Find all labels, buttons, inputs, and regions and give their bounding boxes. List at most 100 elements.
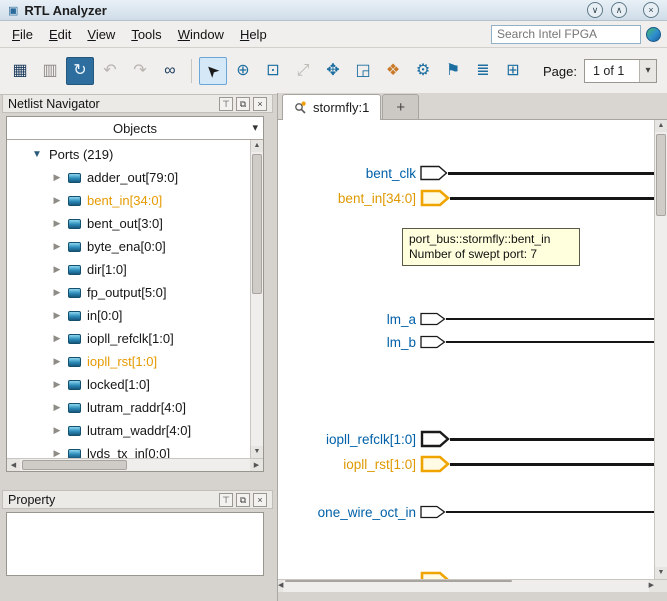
scrollbar-thumb[interactable] bbox=[252, 154, 262, 294]
objects-dropdown-icon[interactable]: ▾ bbox=[252, 121, 258, 134]
menu-window[interactable]: Window bbox=[170, 24, 232, 45]
tree-item-ports[interactable]: ▼ Ports (219) bbox=[7, 143, 250, 166]
tree-item[interactable]: ▶ fp_output[5:0] bbox=[7, 281, 250, 304]
tree-item[interactable]: ▶ iopll_rst[1:0] bbox=[7, 350, 250, 373]
caret-right-icon[interactable]: ▶ bbox=[51, 425, 63, 436]
canvas-vertical-scrollbar[interactable]: ▲ ▼ bbox=[654, 120, 667, 579]
wire[interactable] bbox=[450, 438, 654, 441]
schematic-port[interactable]: lm_a bbox=[278, 309, 654, 329]
open-netlist-icon[interactable]: ▦ bbox=[6, 57, 34, 85]
close-panel-icon[interactable]: × bbox=[253, 97, 267, 111]
tree-item[interactable]: ▶ adder_out[79:0] bbox=[7, 166, 250, 189]
refresh-icon[interactable]: ↻ bbox=[66, 57, 94, 85]
caret-right-icon[interactable]: ▶ bbox=[51, 356, 63, 367]
menu-edit[interactable]: Edit bbox=[41, 24, 79, 45]
input-port-icon[interactable] bbox=[420, 312, 446, 326]
tree-vertical-scrollbar[interactable]: ▲ ▼ bbox=[250, 140, 263, 458]
scrollbar-thumb[interactable] bbox=[285, 580, 511, 582]
close-panel-icon[interactable]: × bbox=[253, 493, 267, 507]
globe-icon[interactable] bbox=[646, 27, 661, 42]
scroll-up-icon[interactable]: ▲ bbox=[655, 120, 667, 132]
input-port-icon[interactable] bbox=[420, 571, 450, 579]
scrollbar-thumb[interactable] bbox=[22, 460, 127, 470]
scroll-left-icon[interactable]: ◀ bbox=[7, 459, 20, 471]
tree-item[interactable]: ▶ bent_out[3:0] bbox=[7, 212, 250, 235]
input-port-icon[interactable] bbox=[420, 505, 446, 519]
caret-down-icon[interactable]: ▼ bbox=[31, 149, 43, 160]
schematic-port[interactable]: iopll_refclk[1:0] bbox=[278, 429, 654, 449]
tree-item[interactable]: ▶ byte_ena[0:0] bbox=[7, 235, 250, 258]
rubber-band-icon[interactable]: ◲ bbox=[349, 57, 377, 85]
caret-right-icon[interactable]: ▶ bbox=[51, 241, 63, 252]
wire[interactable] bbox=[446, 341, 654, 343]
fit-view-icon[interactable]: ⊡ bbox=[259, 57, 287, 85]
caret-right-icon[interactable]: ▶ bbox=[51, 218, 63, 229]
minimize-button[interactable]: ∨ bbox=[587, 2, 603, 18]
schematic-port[interactable]: bent_clk bbox=[278, 163, 654, 183]
menu-tools[interactable]: Tools bbox=[123, 24, 169, 45]
schematic-canvas[interactable]: bent_clk bent_in[34:0] port_bus::stormfl… bbox=[278, 120, 667, 579]
new-tab-button[interactable]: + bbox=[382, 94, 419, 120]
wire[interactable] bbox=[450, 197, 654, 200]
canvas-horizontal-scrollbar[interactable]: ◀ ▶ bbox=[278, 579, 654, 592]
hierarchy-icon[interactable]: ⊞ bbox=[499, 57, 527, 85]
float-icon[interactable]: ⧉ bbox=[236, 97, 250, 111]
caret-right-icon[interactable]: ▶ bbox=[51, 195, 63, 206]
page-select[interactable]: 1 of 1 ▾ bbox=[584, 59, 657, 83]
caret-right-icon[interactable]: ▶ bbox=[51, 264, 63, 275]
tree-item[interactable]: ▶ iopll_refclk[1:0] bbox=[7, 327, 250, 350]
schematic-port[interactable]: bent_in[34:0] bbox=[278, 188, 654, 208]
find-icon[interactable]: ∞ bbox=[156, 57, 184, 85]
input-port-icon[interactable] bbox=[420, 165, 448, 181]
caret-right-icon[interactable]: ▶ bbox=[51, 402, 63, 413]
schematic-port-clipped[interactable] bbox=[278, 570, 654, 579]
report-icon[interactable]: ≣ bbox=[469, 57, 497, 85]
close-button[interactable]: × bbox=[643, 2, 659, 18]
zoom-in-icon[interactable]: ⊕ bbox=[229, 57, 257, 85]
input-port-icon[interactable] bbox=[420, 430, 450, 448]
scrollbar-thumb[interactable] bbox=[656, 134, 666, 216]
caret-right-icon[interactable]: ▶ bbox=[51, 310, 63, 321]
schematic-port[interactable]: lm_b bbox=[278, 332, 654, 352]
pan-tool-icon[interactable]: ✥ bbox=[319, 57, 347, 85]
tree-item[interactable]: ▶ in[0:0] bbox=[7, 304, 250, 327]
menu-help[interactable]: Help bbox=[232, 24, 275, 45]
caret-right-icon[interactable]: ▶ bbox=[51, 287, 63, 298]
netlist-navigator-header[interactable]: Netlist Navigator ⊤ ⧉ × bbox=[2, 94, 273, 113]
caret-right-icon[interactable]: ▶ bbox=[51, 172, 63, 183]
input-port-icon[interactable] bbox=[420, 455, 450, 473]
tree-item[interactable]: ▶ lvds_tx_in[0:0] bbox=[7, 442, 250, 458]
schematic-port[interactable]: one_wire_oct_in bbox=[278, 502, 654, 522]
select-tool-icon[interactable]: ➤ bbox=[199, 57, 227, 85]
property-header[interactable]: Property ⊤ ⧉ × bbox=[2, 490, 273, 509]
highlight-color-icon[interactable]: ❖ bbox=[379, 57, 407, 85]
redo-icon[interactable]: ↷ bbox=[126, 57, 154, 85]
menu-file[interactable]: File bbox=[4, 24, 41, 45]
settings-icon[interactable]: ⚙ bbox=[409, 57, 437, 85]
scroll-down-icon[interactable]: ▼ bbox=[655, 567, 667, 579]
scroll-up-icon[interactable]: ▲ bbox=[251, 140, 263, 152]
wire[interactable] bbox=[450, 463, 654, 466]
wire[interactable] bbox=[446, 511, 654, 513]
schematic-port[interactable]: iopll_rst[1:0] bbox=[278, 454, 654, 474]
caret-right-icon[interactable]: ▶ bbox=[51, 333, 63, 344]
caret-right-icon[interactable]: ▶ bbox=[51, 379, 63, 390]
tab-stormfly[interactable]: stormfly:1 bbox=[282, 94, 381, 120]
tree-item[interactable]: ▶ lutram_waddr[4:0] bbox=[7, 419, 250, 442]
tree-item[interactable]: ▶ bent_in[34:0] bbox=[7, 189, 250, 212]
tree-horizontal-scrollbar[interactable]: ◀ ▶ bbox=[7, 458, 263, 471]
float-icon[interactable]: ⧉ bbox=[236, 493, 250, 507]
caret-right-icon[interactable]: ▶ bbox=[51, 448, 63, 458]
menu-view[interactable]: View bbox=[79, 24, 123, 45]
input-port-icon[interactable] bbox=[420, 189, 450, 207]
wire[interactable] bbox=[446, 318, 654, 320]
tree-item[interactable]: ▶ dir[1:0] bbox=[7, 258, 250, 281]
maximize-button[interactable]: ∧ bbox=[611, 2, 627, 18]
pin-icon[interactable]: ⊤ bbox=[219, 97, 233, 111]
search-input[interactable] bbox=[491, 25, 641, 44]
expand-icon[interactable]: ⤢ bbox=[289, 57, 317, 85]
pin-icon[interactable]: ⊤ bbox=[219, 493, 233, 507]
scroll-down-icon[interactable]: ▼ bbox=[251, 446, 263, 458]
input-port-icon[interactable] bbox=[420, 335, 446, 349]
save-icon[interactable]: ▥ bbox=[36, 57, 64, 85]
